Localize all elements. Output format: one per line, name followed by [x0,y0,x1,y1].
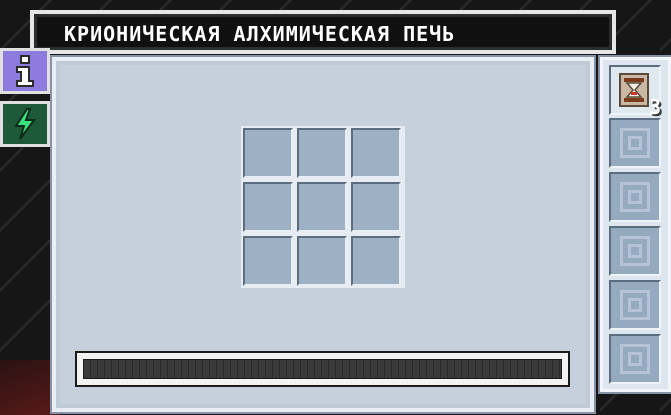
grid-slot[interactable] [351,128,401,178]
empty-slot-icon [620,290,650,320]
grid-slot[interactable] [297,236,347,286]
upgrade-panel: 3 [600,57,671,392]
stack-count: 3 [648,95,661,119]
upgrade-slot-empty[interactable] [609,334,661,384]
grid-slot[interactable] [297,182,347,232]
grid-slot[interactable] [243,128,293,178]
crafting-grid [241,126,405,288]
upgrade-hourglass-icon [619,73,649,107]
upgrade-slot-empty[interactable] [609,172,661,222]
upgrade-slot-empty[interactable] [609,118,661,168]
title-bar: КРИОНИЧЕСКАЯ АЛХИМИЧЕСКАЯ ПЕЧЬ [30,10,616,54]
upgrade-slot-empty[interactable] [609,280,661,330]
info-icon [16,55,34,87]
empty-slot-icon [620,236,650,266]
energy-tab[interactable] [0,101,50,147]
empty-slot-icon [620,182,650,212]
window-title: КРИОНИЧЕСКАЯ АЛХИМИЧЕСКАЯ ПЕЧЬ [64,22,456,46]
world-background-lava [0,360,60,415]
progress-bar [75,351,570,387]
grid-slot[interactable] [351,182,401,232]
grid-slot[interactable] [243,236,293,286]
empty-slot-icon [620,344,650,374]
upgrade-slot-empty[interactable] [609,226,661,276]
empty-slot-icon [620,128,650,158]
lightning-icon [14,108,36,140]
info-tab[interactable] [0,48,50,94]
grid-slot[interactable] [243,182,293,232]
progress-track [83,359,562,379]
grid-slot[interactable] [351,236,401,286]
grid-slot[interactable] [297,128,347,178]
upgrade-slot[interactable]: 3 [609,65,661,119]
